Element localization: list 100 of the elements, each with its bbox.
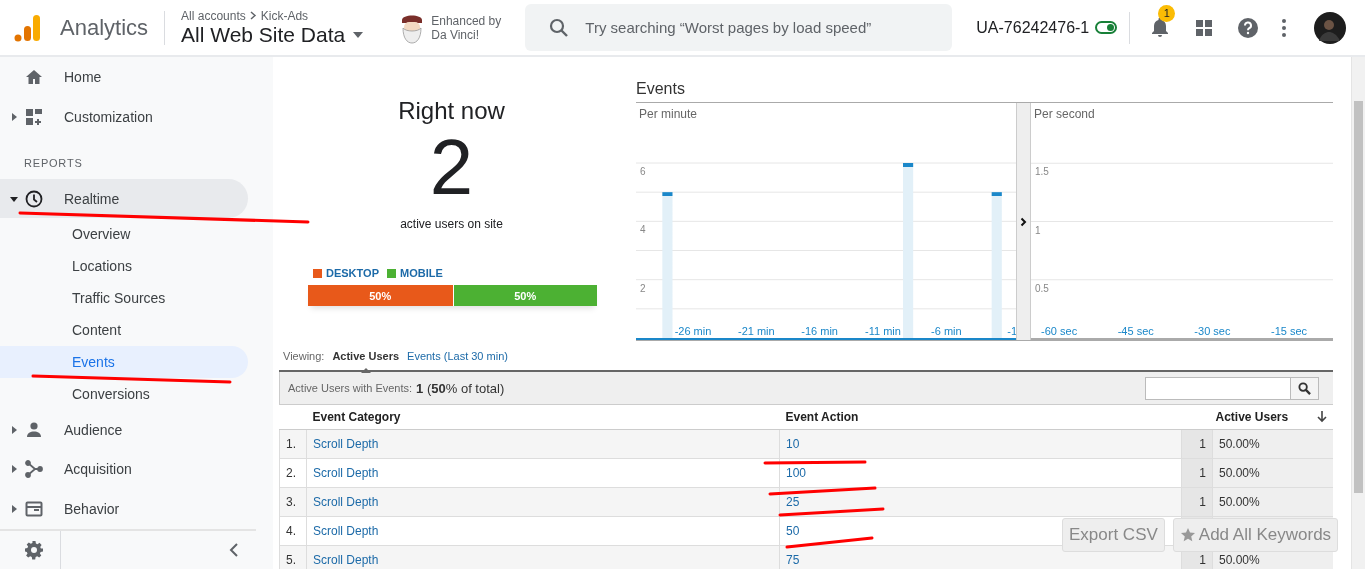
nav-label: Acquisition <box>64 461 132 478</box>
breadcrumb-link[interactable]: All accounts <box>181 8 246 23</box>
nav-subitem[interactable]: Events <box>0 345 248 378</box>
category-link[interactable]: Scroll Depth <box>313 466 379 480</box>
nav-item[interactable]: Behavior <box>0 489 248 530</box>
category-link[interactable]: Scroll Depth <box>313 524 379 538</box>
nav-subitem[interactable]: Conversions <box>0 377 248 410</box>
action-link[interactable]: 100 <box>786 466 807 480</box>
row-number: 4. <box>279 516 307 546</box>
nav-item[interactable]: Customization <box>0 96 248 137</box>
table-cell: 50.00% <box>1219 437 1260 451</box>
property-id: UA-76242476-1 <box>976 18 1090 37</box>
search-icon <box>549 17 570 38</box>
star-icon <box>1179 527 1196 543</box>
notification-count: 1 <box>1158 4 1176 22</box>
axis-tick: 2 <box>640 282 646 294</box>
column-header[interactable]: Event Action <box>779 405 1182 430</box>
category-link[interactable]: Scroll Depth <box>313 437 379 451</box>
nav-item[interactable]: Audience <box>0 409 248 450</box>
extension-credit: Enhanced by Da Vinci! <box>431 13 502 42</box>
summary-value: 1 (50% of total) <box>416 380 505 396</box>
breadcrumb-link[interactable]: Kick-Ads <box>260 8 309 23</box>
browser-icon <box>24 499 44 520</box>
expand-arrow-icon[interactable] <box>10 425 18 434</box>
table-cell: 1 <box>1199 495 1206 509</box>
view-tab[interactable]: Events (Last 30 min) <box>407 350 508 362</box>
table-cell: 50.00% <box>1219 466 1260 480</box>
axis-label: -45 sec <box>1117 325 1154 337</box>
chevron-icon[interactable] <box>1020 216 1027 227</box>
row-number: 5. <box>279 545 307 569</box>
axis-label: -30 sec <box>1194 325 1231 337</box>
expand-arrow-icon[interactable] <box>10 465 18 474</box>
scrollbar[interactable] <box>1351 57 1365 569</box>
column-header[interactable]: Active Users <box>1215 410 1289 424</box>
action-link[interactable]: 25 <box>786 495 800 509</box>
table-cell: 50.00% <box>1219 553 1260 567</box>
count-caption: active users on site <box>400 217 503 231</box>
avatar[interactable] <box>1314 11 1347 44</box>
nav-item[interactable]: Home <box>0 57 248 97</box>
expand-arrow-icon[interactable] <box>10 194 18 203</box>
active-user-count: 2 <box>429 127 474 207</box>
device-share-bar: 50% <box>308 285 453 306</box>
caret-icon[interactable] <box>353 31 364 38</box>
branch-icon <box>24 459 44 480</box>
sort-arrow-icon[interactable] <box>1317 411 1327 423</box>
viewing-label: Viewing: <box>283 350 325 362</box>
dashboard-icon <box>24 106 44 127</box>
action-link[interactable]: 75 <box>786 553 800 567</box>
nav-label: Realtime <box>64 190 120 207</box>
nav-subitem[interactable]: Locations <box>0 250 248 283</box>
summary-label: Active Users with Events: <box>288 382 413 394</box>
axis-tick: 0.5 <box>1035 282 1049 294</box>
nav-subitem[interactable]: Overview <box>0 218 248 251</box>
nav-label: Customization <box>64 108 153 125</box>
table-cell: 1 <box>1199 437 1206 451</box>
toggle-switch[interactable] <box>1095 21 1118 34</box>
settings-icon[interactable] <box>24 540 44 561</box>
axis-label: -15 sec <box>1271 325 1308 337</box>
person-icon <box>24 419 44 440</box>
axis-label: -26 min <box>674 325 712 337</box>
column-header[interactable]: Event Category <box>306 405 780 430</box>
search-bar[interactable]: Try searching “Worst pages by load speed” <box>525 4 953 51</box>
axis-label: -1 <box>1007 325 1016 337</box>
axis-tick: 1 <box>1035 224 1041 236</box>
axis-label: -21 min <box>738 325 775 337</box>
row-number: 1. <box>279 429 307 459</box>
nav-item[interactable]: Acquisition <box>0 449 248 490</box>
view-selector[interactable]: All Web Site Data <box>181 22 364 47</box>
clock-icon <box>24 188 44 209</box>
help-icon[interactable] <box>1236 15 1261 40</box>
legend-label: MOBILE <box>400 267 443 279</box>
category-link[interactable]: Scroll Depth <box>313 495 379 509</box>
nav-label: Behavior <box>64 501 120 518</box>
nav-label: Audience <box>64 421 123 438</box>
axis-label: -60 sec <box>1041 325 1078 337</box>
action-link[interactable]: 10 <box>786 437 800 451</box>
nav-label: Home <box>64 68 102 85</box>
axis-label: -11 min <box>865 325 901 337</box>
nav-subitem[interactable]: Content <box>0 314 248 346</box>
search-icon[interactable] <box>1298 381 1311 395</box>
table-cell: 1 <box>1199 553 1206 567</box>
nav-item[interactable]: Realtime <box>0 178 248 219</box>
logo-icon[interactable] <box>14 13 42 42</box>
row-number: 2. <box>279 458 307 488</box>
expand-arrow-icon[interactable] <box>10 112 18 121</box>
table-cell: 50.00% <box>1219 495 1260 509</box>
collapse-icon[interactable] <box>228 543 240 558</box>
category-link[interactable]: Scroll Depth <box>313 553 379 567</box>
axis-tick: 1.5 <box>1035 166 1049 178</box>
panel-title: Events <box>636 80 1333 103</box>
section-heading: REPORTS <box>23 155 84 171</box>
legend-label: DESKTOP <box>326 267 379 279</box>
nav-subitem[interactable]: Traffic Sources <box>0 282 248 314</box>
action-link[interactable]: 50 <box>786 524 800 538</box>
panel-title: Right now <box>398 97 505 125</box>
search-field[interactable]: Try searching “Worst pages by load speed” <box>585 19 946 36</box>
axis-tick: 4 <box>640 224 646 236</box>
expand-arrow-icon[interactable] <box>10 505 18 514</box>
chart-title: Per minute <box>638 106 699 123</box>
table-cell: 1 <box>1199 466 1206 480</box>
